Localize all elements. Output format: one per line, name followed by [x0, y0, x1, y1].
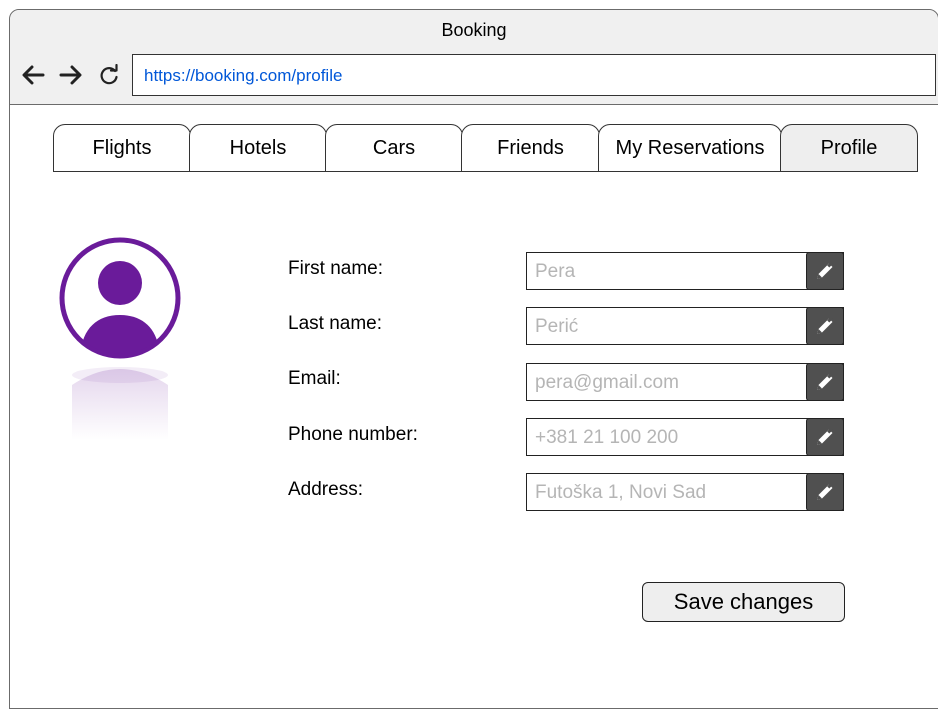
tab-friends[interactable]: Friends	[461, 124, 600, 172]
tab-label: Cars	[372, 136, 416, 159]
pencil-icon	[817, 372, 833, 390]
email-field[interactable]: pera@gmail.com	[526, 363, 844, 401]
first-name-value: Pera	[535, 261, 576, 282]
first-name-field[interactable]: Pera	[526, 252, 844, 290]
tab-label: Flights	[92, 136, 152, 159]
avatar	[57, 235, 183, 445]
tab-label: Profile	[820, 136, 878, 159]
pencil-icon	[817, 427, 833, 445]
window-title: Booking	[441, 20, 507, 40]
phone-number-field[interactable]: +381 21 100 200	[526, 418, 844, 456]
tab-my-reservations[interactable]: My Reservations	[598, 124, 782, 172]
back-icon[interactable]	[20, 62, 46, 88]
first-name-label: First name:	[288, 258, 384, 279]
last-name-value: Perić	[535, 316, 579, 337]
tab-flights[interactable]: Flights	[53, 124, 191, 172]
last-name-label: Last name:	[288, 313, 382, 334]
address-field[interactable]: Futoška 1, Novi Sad	[526, 473, 844, 511]
browser-toolbar: https://booking.com/profile	[10, 50, 938, 105]
address-label: Address:	[288, 479, 363, 500]
edit-phone-number-button[interactable]	[806, 418, 844, 456]
email-label: Email:	[288, 368, 341, 389]
tab-hotels[interactable]: Hotels	[189, 124, 327, 172]
address-bar[interactable]: https://booking.com/profile	[132, 54, 936, 96]
tab-label: My Reservations	[615, 136, 765, 159]
url-text: https://booking.com/profile	[144, 66, 343, 85]
pencil-icon	[817, 261, 833, 279]
user-avatar-icon	[59, 237, 181, 440]
address-value: Futoška 1, Novi Sad	[535, 482, 707, 503]
title-bar: Booking	[10, 10, 938, 50]
phone-number-value: +381 21 100 200	[535, 427, 679, 448]
pencil-icon	[817, 316, 833, 334]
edit-email-button[interactable]	[806, 363, 844, 401]
tab-profile[interactable]: Profile	[780, 124, 918, 172]
edit-first-name-button[interactable]	[806, 252, 844, 290]
tab-cars[interactable]: Cars	[325, 124, 463, 172]
phone-number-label: Phone number:	[288, 424, 418, 445]
email-value: pera@gmail.com	[535, 372, 679, 393]
pencil-icon	[817, 482, 833, 500]
forward-icon[interactable]	[58, 62, 84, 88]
edit-address-button[interactable]	[806, 473, 844, 511]
save-changes-button[interactable]: Save changes	[642, 582, 845, 622]
tab-label: Friends	[497, 136, 564, 159]
last-name-field[interactable]: Perić	[526, 307, 844, 345]
reload-icon[interactable]	[96, 62, 122, 88]
edit-last-name-button[interactable]	[806, 307, 844, 345]
tab-label: Hotels	[229, 136, 287, 159]
